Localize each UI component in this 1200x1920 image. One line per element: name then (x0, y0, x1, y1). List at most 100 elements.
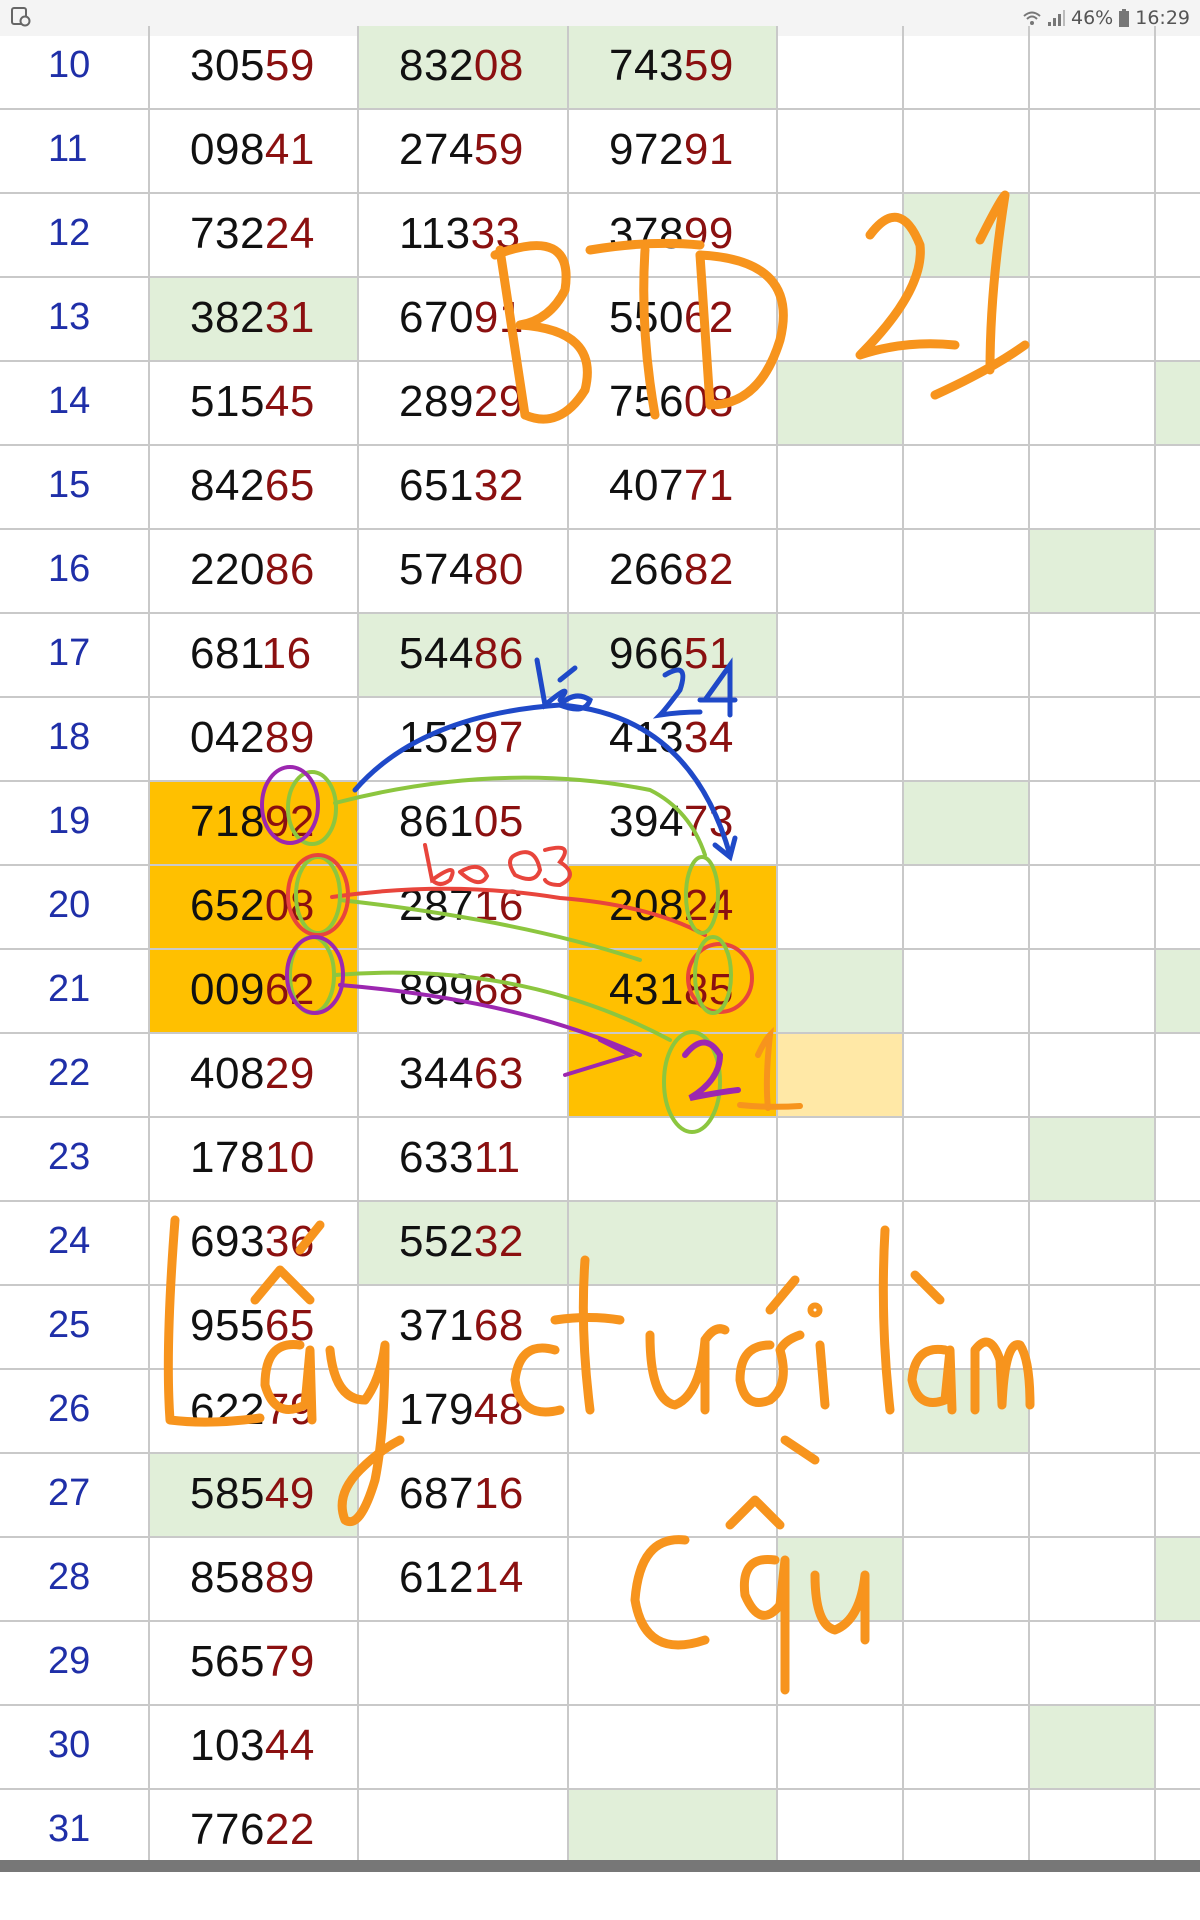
result-number: 73224 (190, 209, 315, 258)
result-cell: 26682 (569, 530, 778, 612)
result-number: 77622 (190, 1805, 315, 1854)
result-cell: 10344 (150, 1706, 359, 1788)
result-number: 86105 (399, 797, 524, 846)
result-number: 74359 (609, 41, 734, 90)
result-number: 67091 (399, 293, 524, 342)
result-cell: 89968 (359, 950, 569, 1032)
result-cell (1030, 26, 1156, 108)
day-cell: 28 (0, 1538, 150, 1620)
result-number: 17810 (190, 1133, 315, 1182)
day-cell: 23 (0, 1118, 150, 1200)
result-cell: 22086 (150, 530, 359, 612)
day-cell: 17 (0, 614, 150, 696)
result-cell (904, 1370, 1030, 1452)
result-cell: 83208 (359, 26, 569, 108)
result-number: 10344 (190, 1721, 315, 1770)
result-cell (904, 278, 1030, 360)
result-number: 43185 (609, 965, 734, 1014)
result-cell (778, 26, 904, 108)
result-number: 97291 (609, 125, 734, 174)
battery-icon (1119, 9, 1130, 27)
result-cell (904, 26, 1030, 108)
result-number: 89968 (399, 965, 524, 1014)
result-cell (778, 1370, 904, 1452)
result-cell (569, 1202, 778, 1284)
day-cell: 15 (0, 446, 150, 528)
result-cell: 86105 (359, 782, 569, 864)
result-cell: 95565 (150, 1286, 359, 1368)
day-cell: 30 (0, 1706, 150, 1788)
day-cell: 24 (0, 1202, 150, 1284)
bottom-divider (0, 1860, 1200, 1872)
result-cell (1156, 1454, 1200, 1536)
result-cell (1030, 530, 1156, 612)
day-cell: 22 (0, 1034, 150, 1116)
result-cell: 62279 (150, 1370, 359, 1452)
result-number: 68116 (190, 629, 312, 678)
result-number: 15297 (399, 713, 524, 762)
day-number: 20 (48, 884, 91, 926)
result-cell (1030, 950, 1156, 1032)
table-row: 30 10344 (0, 1706, 1200, 1790)
result-cell (904, 1706, 1030, 1788)
result-cell (1030, 194, 1156, 276)
result-cell (1030, 1202, 1156, 1284)
result-cell (1156, 1034, 1200, 1116)
day-cell: 19 (0, 782, 150, 864)
day-cell: 25 (0, 1286, 150, 1368)
result-cell (904, 1622, 1030, 1704)
result-cell (778, 614, 904, 696)
result-cell: 34463 (359, 1034, 569, 1116)
table-row: 17 68116 54486 96651 (0, 614, 1200, 698)
result-cell (904, 110, 1030, 192)
result-cell: 68716 (359, 1454, 569, 1536)
table-row: 14 51545 28929 75608 (0, 362, 1200, 446)
result-cell (1030, 1706, 1156, 1788)
day-number: 15 (48, 464, 91, 506)
result-cell (904, 1538, 1030, 1620)
result-cell (1156, 446, 1200, 528)
result-cell (1156, 194, 1200, 276)
result-cell (778, 194, 904, 276)
result-cell (1030, 1454, 1156, 1536)
result-cell (1156, 1622, 1200, 1704)
table-row: 12 73224 11333 37899 (0, 194, 1200, 278)
result-number: 96651 (609, 629, 734, 678)
result-number: 09841 (190, 125, 315, 174)
day-number: 24 (48, 1220, 91, 1262)
result-cell (1030, 782, 1156, 864)
result-cell (1156, 698, 1200, 780)
result-number: 55232 (399, 1217, 524, 1266)
result-number: 56579 (190, 1637, 315, 1686)
result-cell (1030, 614, 1156, 696)
result-cell (569, 1454, 778, 1536)
result-cell: 65208 (150, 866, 359, 948)
day-number: 14 (48, 380, 91, 422)
day-number: 30 (48, 1724, 91, 1766)
table-row: 27 58549 68716 (0, 1454, 1200, 1538)
result-cell (1030, 446, 1156, 528)
day-number: 18 (48, 716, 91, 758)
result-cell (778, 110, 904, 192)
result-cell: 97291 (569, 110, 778, 192)
day-cell: 18 (0, 698, 150, 780)
result-cell: 51545 (150, 362, 359, 444)
day-number: 31 (48, 1808, 91, 1850)
result-cell (778, 1538, 904, 1620)
table-row: 19 71892 86105 39473 (0, 782, 1200, 866)
table-row: 20 65208 28716 20824 (0, 866, 1200, 950)
result-number: 30559 (190, 41, 315, 90)
result-cell (1030, 278, 1156, 360)
result-number: 63311 (399, 1133, 521, 1182)
table-row: 13 38231 67091 55062 (0, 278, 1200, 362)
result-cell: 84265 (150, 446, 359, 528)
result-cell (569, 1370, 778, 1452)
day-number: 21 (48, 968, 91, 1010)
result-cell: 17948 (359, 1370, 569, 1452)
day-number: 11 (48, 128, 88, 170)
result-number: 71892 (190, 797, 315, 846)
result-number: 57480 (399, 545, 524, 594)
result-cell: 57480 (359, 530, 569, 612)
day-cell: 12 (0, 194, 150, 276)
result-cell: 85889 (150, 1538, 359, 1620)
